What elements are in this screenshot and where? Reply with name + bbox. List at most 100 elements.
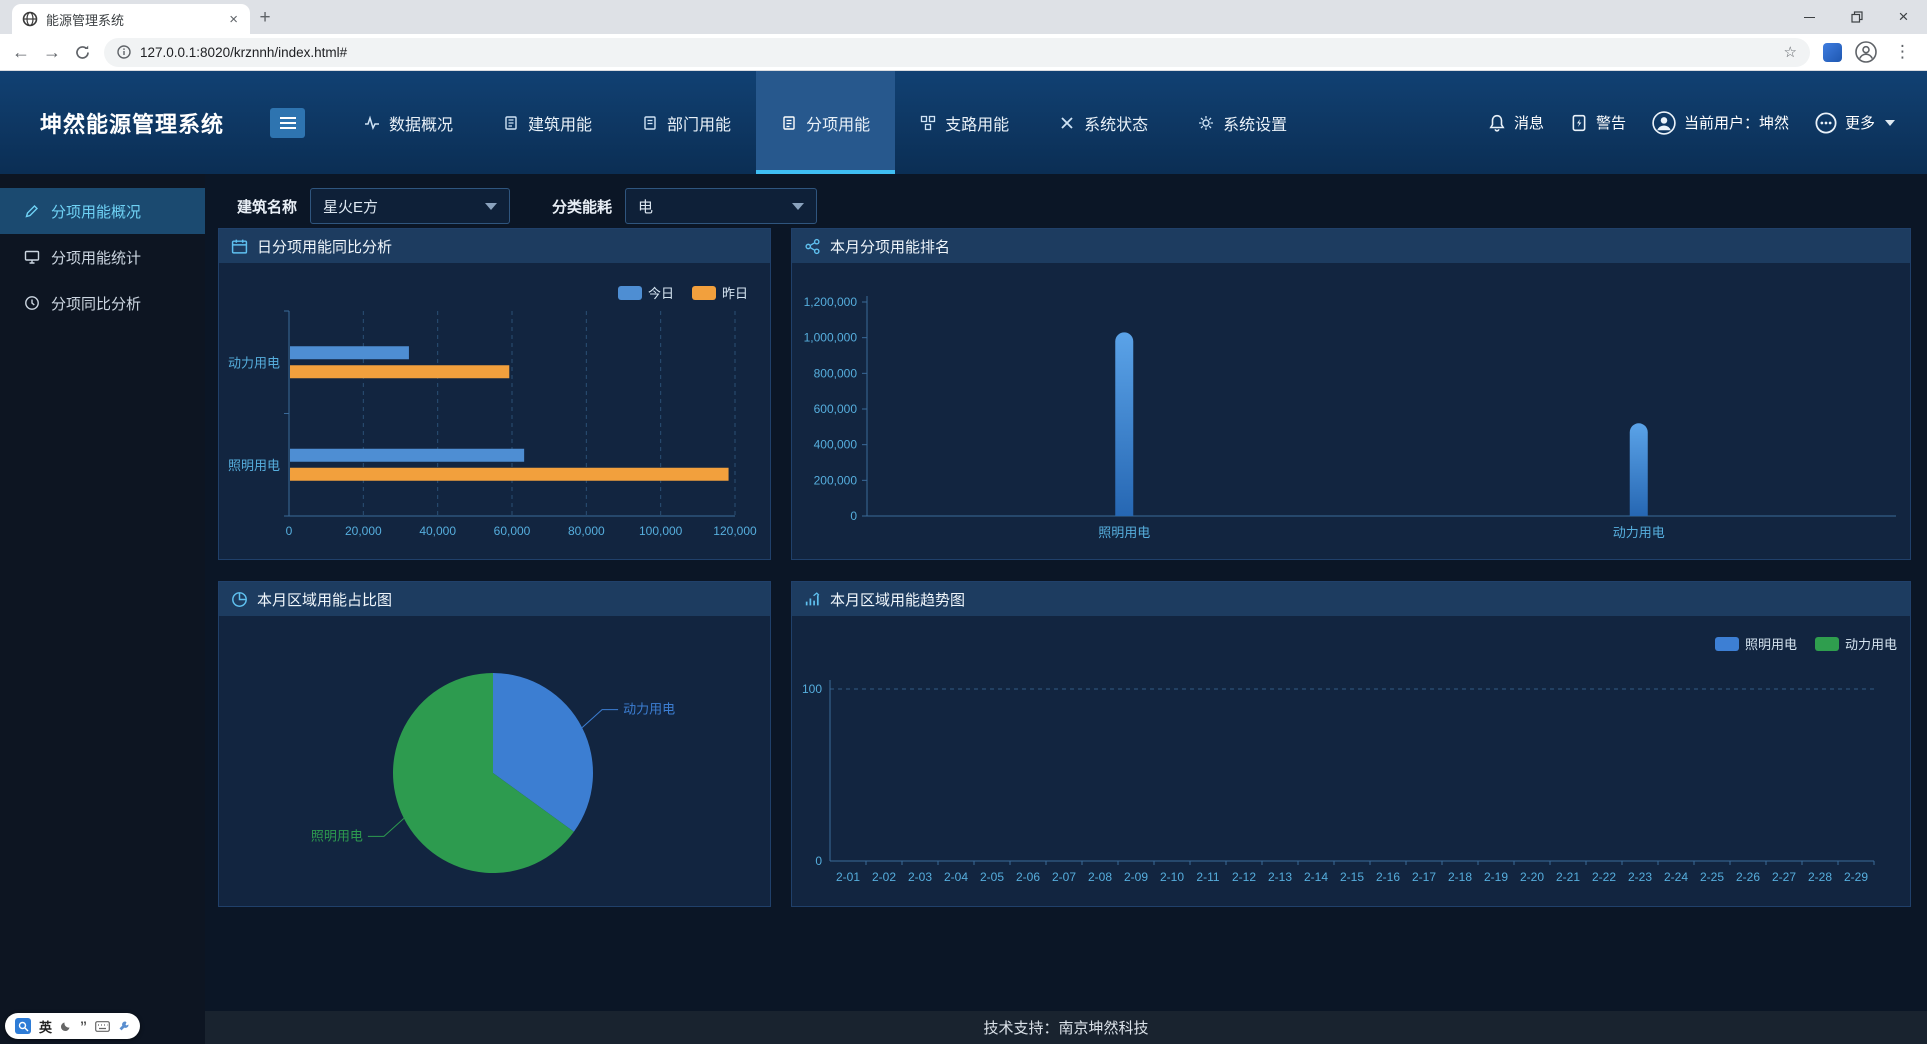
extension-icon[interactable]: [1823, 43, 1842, 62]
branch-icon: [920, 115, 936, 131]
legend-item[interactable]: 今日: [618, 283, 674, 302]
axis-label: 2-19: [1484, 870, 1508, 884]
panel-header: 本月区域用能趋势图: [792, 582, 1910, 616]
nav-item-subentry-energy[interactable]: 分项用能: [756, 71, 895, 174]
sidebar-item-subentry-comparison[interactable]: 分项同比分析: [0, 280, 205, 326]
back-button[interactable]: ←: [12, 43, 30, 61]
monthly-ranking-chart: 0200,000400,000600,000800,0001,000,0001,…: [792, 263, 1912, 561]
axis-label: 2-12: [1232, 870, 1256, 884]
legend-item[interactable]: 照明用电: [1715, 634, 1797, 653]
panel-body: 0200,000400,000600,000800,0001,000,0001,…: [792, 263, 1910, 561]
nav-item-department-energy[interactable]: 部门用能: [617, 71, 756, 174]
filters-row: 建筑名称 星火E方 分类能耗 电: [237, 188, 817, 224]
axis-label: 2-27: [1772, 870, 1796, 884]
legend-label: 照明用电: [1745, 634, 1797, 653]
url-text[interactable]: 127.0.0.1:8020/krznnh/index.html#: [140, 45, 1775, 60]
panel-monthly-ranking: 本月分项用能排名 0200,000400,000600,000800,0001,…: [791, 228, 1911, 560]
more-label: 更多: [1845, 112, 1875, 133]
info-icon[interactable]: [117, 45, 131, 59]
wrench-icon[interactable]: [118, 1020, 130, 1032]
axis-label: 2-04: [944, 870, 968, 884]
nav-label: 支路用能: [945, 111, 1009, 135]
nav-label: 部门用能: [667, 111, 731, 135]
axis-label: 600,000: [814, 402, 858, 416]
user-avatar-icon: [1652, 111, 1676, 135]
nav-item-system-settings[interactable]: 系统设置: [1173, 71, 1312, 174]
browser-tab[interactable]: 能源管理系统 ×: [12, 4, 250, 34]
content-area: 建筑名称 星火E方 分类能耗 电: [205, 174, 1927, 1044]
axis-label: 60,000: [494, 524, 531, 538]
trend-bars-icon: [804, 591, 821, 608]
messages-button[interactable]: 消息: [1488, 112, 1544, 133]
ime-toolbar: 英 ”: [5, 1013, 140, 1039]
axis-label: 2-01: [836, 870, 860, 884]
minimize-button[interactable]: [1786, 0, 1833, 34]
restore-button[interactable]: [1833, 0, 1880, 34]
sidebar-toggle-button[interactable]: [270, 108, 305, 138]
clock-icon: [24, 295, 40, 311]
sidebar-item-label: 分项用能概况: [51, 201, 141, 222]
pie-label-line: [368, 818, 404, 836]
tab-close-icon[interactable]: ×: [227, 12, 240, 27]
axis-label: 2-22: [1592, 870, 1616, 884]
address-bar[interactable]: 127.0.0.1:8020/krznnh/index.html# ☆: [104, 38, 1810, 67]
axis-label: 2-24: [1664, 870, 1688, 884]
trend-chart-legend: 照明用电动力用电: [1715, 634, 1897, 653]
keyboard-icon[interactable]: [95, 1021, 110, 1032]
app-logo: 坤然能源管理系统: [40, 107, 224, 139]
sidebar: 分项用能概况 分项用能统计 分项同比分析: [0, 174, 205, 1044]
panel-title: 本月分项用能排名: [830, 236, 950, 257]
close-button[interactable]: ×: [1880, 0, 1927, 34]
ime-language-toggle[interactable]: 英: [39, 1017, 52, 1036]
pencil-icon: [24, 203, 40, 219]
main-nav: 数据概况 建筑用能 部门用能 分项用能 支路用能 系统状态: [339, 71, 1312, 174]
nav-item-system-status[interactable]: 系统状态: [1034, 71, 1173, 174]
window-controls: ×: [1786, 0, 1927, 34]
panel-title: 本月区域用能趋势图: [830, 589, 965, 610]
axis-label: 2-07: [1052, 870, 1076, 884]
ime-punctuation-toggle[interactable]: ”: [80, 1019, 87, 1033]
legend-item[interactable]: 动力用电: [1815, 634, 1897, 653]
tools-icon: [1059, 115, 1075, 131]
building-icon: [503, 115, 519, 131]
axis-label: 照明用电: [228, 458, 280, 473]
alerts-label: 警告: [1596, 112, 1626, 133]
axis-label: 2-29: [1844, 870, 1868, 884]
axis-label: 0: [815, 854, 822, 868]
axis-label: 照明用电: [1098, 525, 1150, 540]
nav-item-branch-energy[interactable]: 支路用能: [895, 71, 1034, 174]
axis-label: 1,000,000: [804, 331, 858, 345]
ime-logo-icon[interactable]: [15, 1018, 31, 1034]
axis-label: 2-08: [1088, 870, 1112, 884]
tab-title: 能源管理系统: [46, 10, 219, 29]
alerts-button[interactable]: 警告: [1570, 112, 1626, 133]
nav-item-building-energy[interactable]: 建筑用能: [478, 71, 617, 174]
axis-label: 2-10: [1160, 870, 1184, 884]
current-user-button[interactable]: 当前用户：坤然: [1652, 111, 1789, 135]
sidebar-item-subentry-overview[interactable]: 分项用能概况: [0, 188, 205, 234]
new-tab-button[interactable]: +: [250, 4, 280, 32]
building-filter: 建筑名称 星火E方: [237, 188, 510, 224]
bookmark-star-icon[interactable]: ☆: [1784, 43, 1797, 61]
nav-item-data-overview[interactable]: 数据概况: [339, 71, 478, 174]
reload-button[interactable]: [74, 44, 91, 61]
building-select-value: 星火E方: [323, 196, 378, 217]
axis-label: 2-15: [1340, 870, 1364, 884]
bar: [1115, 332, 1133, 516]
profile-avatar-icon[interactable]: [1855, 41, 1877, 63]
axis-label: 2-20: [1520, 870, 1544, 884]
legend-swatch: [1815, 637, 1839, 651]
axis-label: 400,000: [814, 438, 858, 452]
energy-select[interactable]: 电: [625, 188, 817, 224]
more-button[interactable]: 更多: [1815, 112, 1895, 134]
building-select[interactable]: 星火E方: [310, 188, 510, 224]
forward-button[interactable]: →: [43, 43, 61, 61]
panel-daily-comparison: 日分项用能同比分析 020,00040,00060,00080,000100,0…: [218, 228, 771, 560]
sidebar-item-subentry-statistics[interactable]: 分项用能统计: [0, 234, 205, 280]
panel-area-trend: 本月区域用能趋势图 10002-012-022-032-042-052-062-…: [791, 581, 1911, 907]
moon-icon[interactable]: [60, 1020, 72, 1032]
browser-menu-icon[interactable]: ⋮: [1890, 42, 1915, 62]
axis-label: 2-02: [872, 870, 896, 884]
axis-label: 2-14: [1304, 870, 1328, 884]
legend-item[interactable]: 昨日: [692, 283, 748, 302]
